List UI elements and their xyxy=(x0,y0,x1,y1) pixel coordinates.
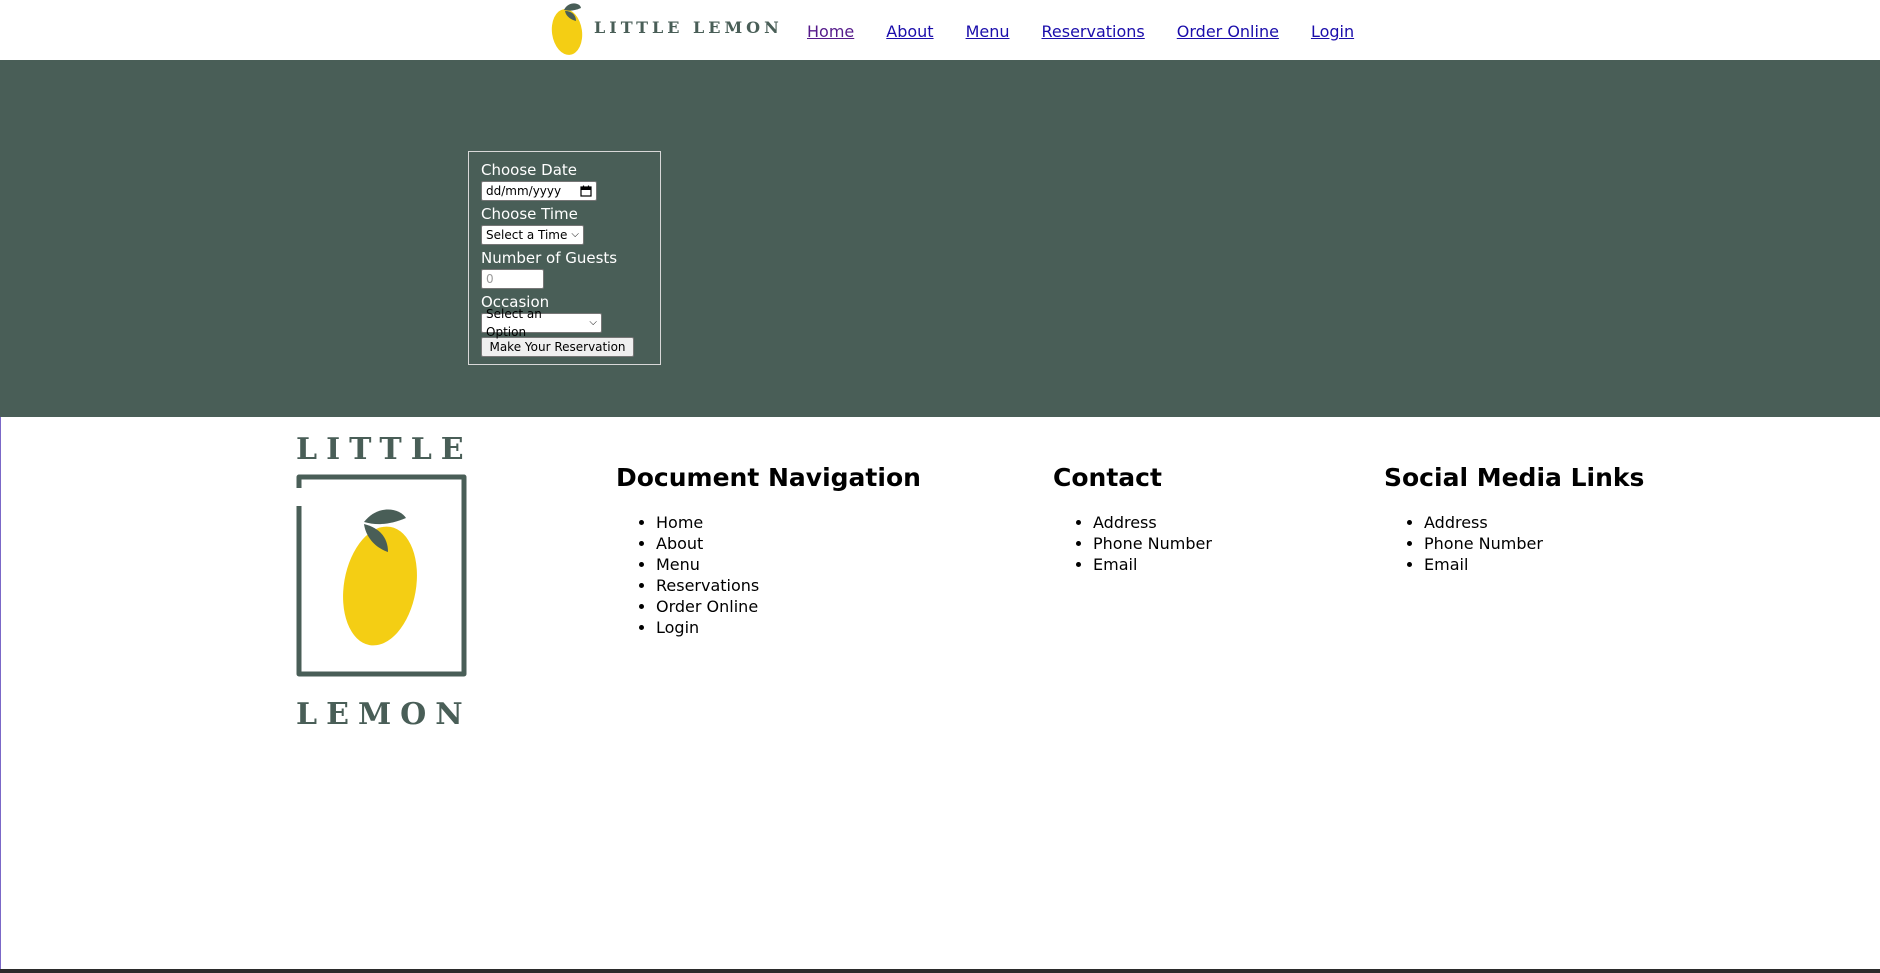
chevron-down-icon: ⌵ xyxy=(571,229,579,240)
list-item[interactable]: About xyxy=(656,533,921,554)
logo-text: LITTLE LEMON xyxy=(594,17,783,37)
booking-form: Choose Date dd/mm/yyyy Choose Time Selec… xyxy=(468,151,661,365)
date-input[interactable]: dd/mm/yyyy xyxy=(481,181,597,201)
time-select-value: Select a Time xyxy=(486,228,568,242)
social-media-heading: Social Media Links xyxy=(1384,463,1645,492)
nav-reservations-link[interactable]: Reservations xyxy=(1042,22,1145,41)
guests-input[interactable]: 0 xyxy=(481,269,544,289)
footer-logo-bottom-text: LEMON xyxy=(296,697,472,732)
contact-column: Contact Address Phone Number Email xyxy=(1053,463,1212,575)
window-bottom-bar xyxy=(0,969,1880,973)
list-item[interactable]: Login xyxy=(656,617,921,638)
guests-label: Number of Guests xyxy=(481,249,618,267)
chevron-down-icon: ⌵ xyxy=(589,317,597,328)
time-select[interactable]: Select a Time ⌵ xyxy=(481,225,584,245)
social-media-column: Social Media Links Address Phone Number … xyxy=(1384,463,1644,575)
nav-menu-link[interactable]: Menu xyxy=(966,22,1010,41)
footer-logo: LITTLE LEMON xyxy=(296,433,473,732)
list-item[interactable]: Reservations xyxy=(656,575,921,596)
list-item[interactable]: Menu xyxy=(656,554,921,575)
contact-heading: Contact xyxy=(1053,463,1162,492)
calendar-icon[interactable] xyxy=(580,185,592,197)
document-navigation-list: Home About Menu Reservations Order Onlin… xyxy=(616,512,921,638)
nav-login-link[interactable]: Login xyxy=(1311,22,1354,41)
list-item[interactable]: Phone Number xyxy=(1093,533,1212,554)
lemon-logo-icon xyxy=(296,474,467,677)
time-label: Choose Time xyxy=(481,205,578,223)
list-item[interactable]: Address xyxy=(1093,512,1212,533)
list-item[interactable]: Address xyxy=(1424,512,1644,533)
guests-placeholder: 0 xyxy=(486,272,494,286)
nav-about-link[interactable]: About xyxy=(886,22,933,41)
list-item[interactable]: Home xyxy=(656,512,921,533)
main-nav: Home About Menu Reservations Order Onlin… xyxy=(807,22,1386,41)
footer-logo-top-text: LITTLE xyxy=(296,432,473,467)
booking-section xyxy=(0,60,1880,417)
date-label: Choose Date xyxy=(481,161,577,179)
occasion-select[interactable]: Select an Option ⌵ xyxy=(481,307,602,339)
contact-list: Address Phone Number Email xyxy=(1053,512,1212,575)
social-media-list: Address Phone Number Email xyxy=(1384,512,1644,575)
nav-order-online-link[interactable]: Order Online xyxy=(1177,22,1279,41)
document-navigation-heading: Document Navigation xyxy=(616,463,921,492)
site-header: LITTLE LEMON Home About Menu Reservation… xyxy=(0,0,1880,60)
list-item[interactable]: Email xyxy=(1424,554,1644,575)
make-reservation-button[interactable]: Make Your Reservation xyxy=(481,337,634,357)
list-item[interactable]: Order Online xyxy=(656,596,921,617)
list-item[interactable]: Email xyxy=(1093,554,1212,575)
date-placeholder: dd/mm/yyyy xyxy=(486,184,562,198)
lemon-icon xyxy=(551,3,583,55)
document-navigation-column: Document Navigation Home About Menu Rese… xyxy=(616,463,921,638)
nav-home-link[interactable]: Home xyxy=(807,22,854,41)
site-logo[interactable]: LITTLE LEMON xyxy=(550,2,783,58)
occasion-select-value: Select an Option xyxy=(486,307,542,339)
list-item[interactable]: Phone Number xyxy=(1424,533,1644,554)
